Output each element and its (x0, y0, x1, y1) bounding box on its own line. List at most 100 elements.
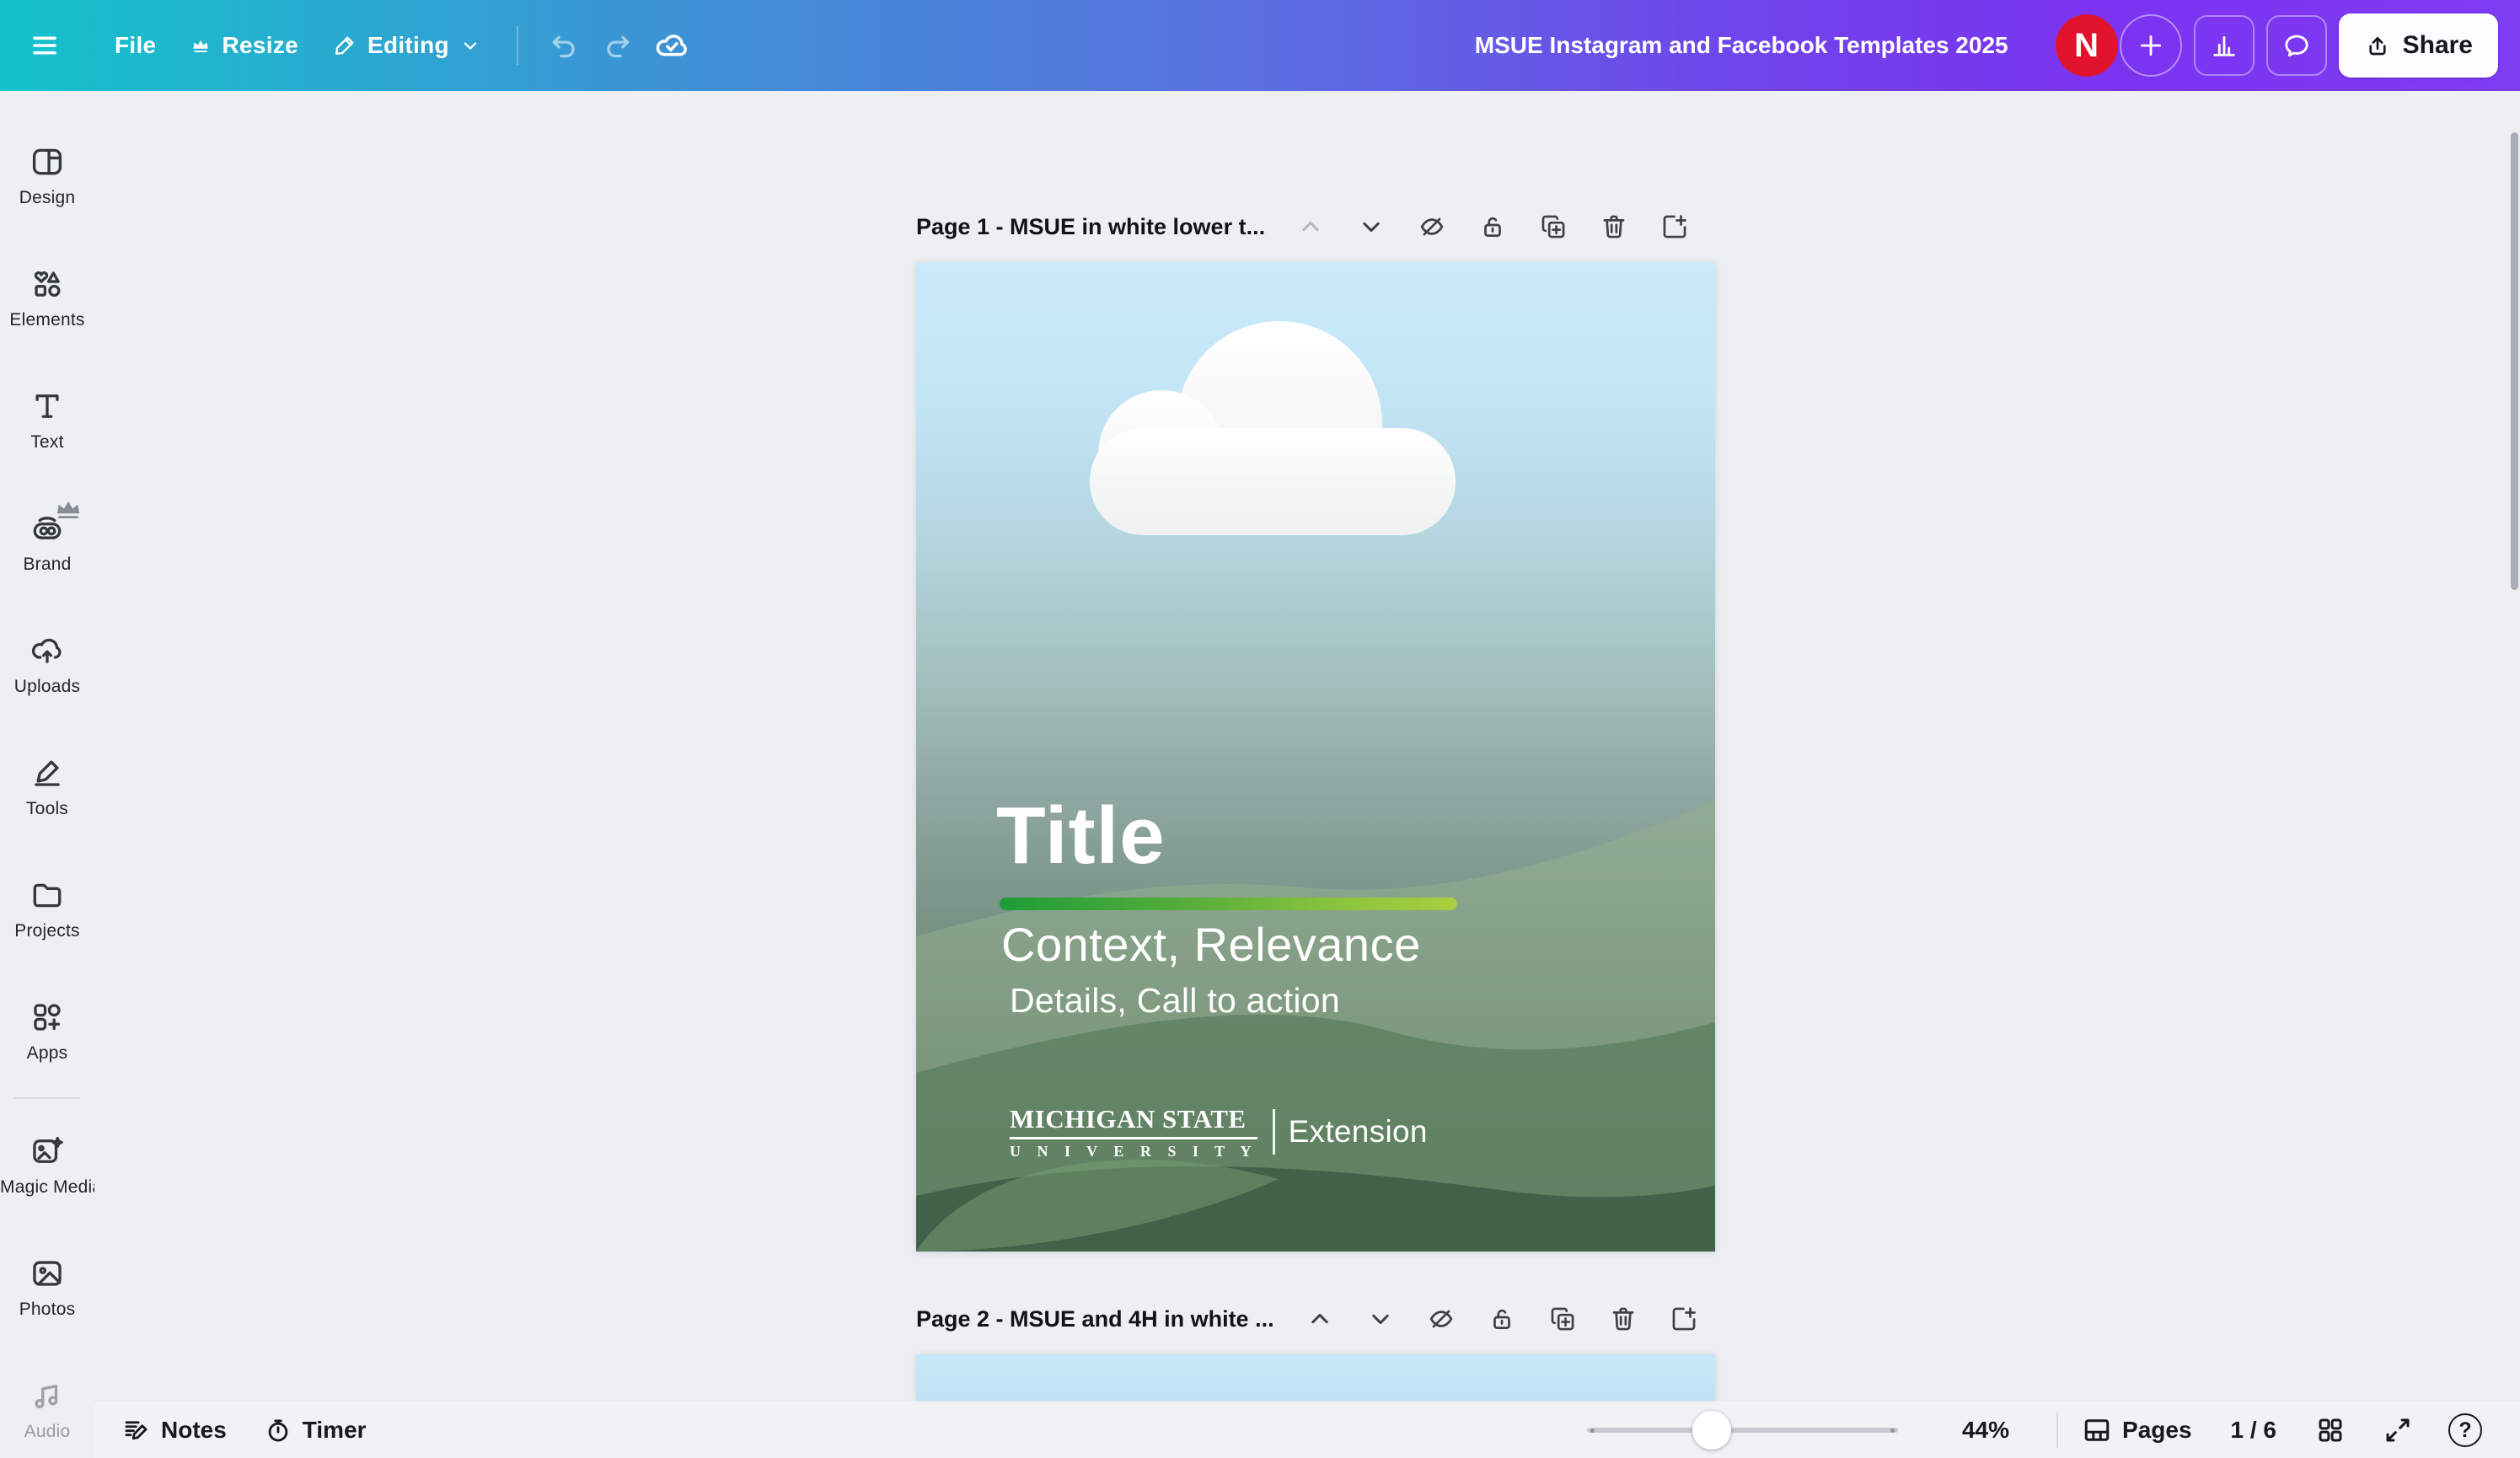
page2-title[interactable]: Page 2 - MSUE and 4H in white ... (916, 1306, 1274, 1332)
sidebar-item-elements[interactable]: Elements (0, 237, 94, 359)
plus-icon (2137, 31, 2165, 60)
move-up-icon[interactable] (1295, 212, 1326, 242)
notes-icon (122, 1416, 151, 1445)
cloud-illustration (1090, 319, 1456, 535)
footer-divider (2056, 1412, 2058, 1448)
object-panel-sidebar: Design Elements Text Brand Uploads Tools… (0, 91, 94, 1458)
magic-media-icon (29, 1134, 65, 1169)
pages-panel-button[interactable]: Pages (2082, 1415, 2192, 1445)
help-icon[interactable]: ? (2448, 1413, 2482, 1447)
timer-button[interactable]: Timer (264, 1416, 367, 1445)
add-member-button[interactable] (2120, 14, 2182, 77)
hide-icon[interactable] (1426, 1304, 1456, 1334)
delete-icon[interactable] (1608, 1304, 1638, 1334)
pages-icon (2082, 1415, 2112, 1445)
share-button[interactable]: Share (2339, 13, 2498, 78)
sidebar-item-projects[interactable]: Projects (0, 848, 94, 970)
design-icon (29, 144, 65, 180)
photos-icon (29, 1256, 65, 1291)
text-icon (29, 389, 65, 424)
design-details-text[interactable]: Details, Call to action (1010, 981, 1340, 1021)
duplicate-icon[interactable] (1538, 212, 1568, 242)
msu-extension-logo[interactable]: MICHIGAN STATE U N I V E R S I T Y Exten… (1010, 1104, 1428, 1161)
duplicate-icon[interactable] (1547, 1304, 1578, 1334)
vertical-scrollbar[interactable] (2511, 132, 2518, 590)
delete-icon[interactable] (1599, 212, 1629, 242)
bottom-toolbar: Notes Timer 44% Pages 1 / 6 (94, 1401, 2520, 1458)
sidebar-item-uploads[interactable]: Uploads (0, 603, 94, 726)
audio-icon (29, 1378, 65, 1413)
menu-icon[interactable] (15, 16, 74, 75)
zoom-slider[interactable] (1587, 1402, 1898, 1458)
msu-logo-line2: U N I V E R S I T Y (1010, 1143, 1257, 1161)
add-page-icon[interactable] (1669, 1304, 1699, 1334)
avatar[interactable]: N (2056, 14, 2118, 77)
tools-icon (29, 755, 65, 791)
projects-icon (29, 877, 65, 913)
zoom-slider-track[interactable] (1587, 1428, 1898, 1433)
elements-icon (29, 266, 65, 302)
move-up-icon[interactable] (1305, 1304, 1335, 1334)
pages-label: Pages (2122, 1417, 2192, 1444)
cloud-check-icon[interactable] (645, 19, 699, 72)
file-menu-button[interactable]: File (98, 19, 173, 72)
move-down-icon[interactable] (1365, 1304, 1396, 1334)
page2-header: Page 2 - MSUE and 4H in white ... (916, 1300, 1715, 1337)
resize-button[interactable]: Resize (173, 19, 315, 72)
chevron-down-icon (459, 35, 481, 56)
design-title-text[interactable]: Title (996, 796, 1166, 876)
add-page-icon[interactable] (1659, 212, 1690, 242)
file-menu-label: File (115, 32, 156, 59)
apps-icon (29, 1000, 65, 1035)
bar-chart-icon (2209, 30, 2239, 61)
pencil-icon (332, 33, 357, 58)
msu-logo-line1: MICHIGAN STATE (1010, 1104, 1257, 1134)
move-down-icon[interactable] (1356, 212, 1386, 242)
zoom-percent[interactable]: 44% (1937, 1417, 2009, 1444)
design-page-1[interactable]: Title Context, Relevance Details, Call t… (916, 262, 1715, 1252)
timer-icon (264, 1416, 292, 1445)
sidebar-item-text[interactable]: Text (0, 359, 94, 481)
top-toolbar: File Resize Editing (0, 0, 2520, 91)
canva-editor: File Resize Editing (0, 0, 2520, 1458)
timer-label: Timer (303, 1417, 367, 1444)
document-title[interactable]: MSUE Instagram and Facebook Templates 20… (1475, 32, 2008, 59)
share-label: Share (2403, 31, 2473, 60)
page1-header: Page 1 - MSUE in white lower t... (916, 208, 1715, 245)
zoom-slider-handle[interactable] (1692, 1411, 1731, 1450)
accent-bar[interactable] (1000, 898, 1457, 910)
redo-icon[interactable] (591, 19, 645, 72)
sidebar-item-apps[interactable]: Apps (0, 970, 94, 1092)
editing-mode-label: Editing (367, 32, 449, 59)
sidebar-item-design[interactable]: Design (0, 115, 94, 237)
page1-controls (1295, 212, 1690, 242)
lock-icon[interactable] (1487, 1304, 1517, 1334)
lock-icon[interactable] (1477, 212, 1508, 242)
insights-button[interactable] (2194, 15, 2255, 76)
sidebar-item-photos[interactable]: Photos (0, 1226, 94, 1348)
sidebar-item-magic-media[interactable]: Magic Media (0, 1104, 94, 1226)
msu-logo-rule (1010, 1137, 1257, 1139)
page1-title[interactable]: Page 1 - MSUE in white lower t... (916, 214, 1265, 240)
grid-view-icon[interactable] (2312, 1412, 2349, 1449)
sidebar-item-brand[interactable]: Brand (0, 481, 94, 603)
comment-icon (2281, 30, 2312, 61)
design-subtitle-text[interactable]: Context, Relevance (1001, 918, 1421, 972)
toolbar-divider (517, 26, 518, 65)
hide-icon[interactable] (1417, 212, 1447, 242)
design-page-2[interactable] (916, 1354, 1715, 1403)
editing-mode-button[interactable]: Editing (315, 19, 498, 72)
sidebar-item-tools[interactable]: Tools (0, 726, 94, 848)
sidebar-item-audio[interactable]: Audio (0, 1348, 94, 1458)
premium-crown-icon (51, 491, 86, 527)
notes-label: Notes (161, 1417, 227, 1444)
page-indicator: 1 / 6 (2231, 1417, 2276, 1444)
undo-icon[interactable] (537, 19, 591, 72)
msu-logo-divider (1273, 1109, 1275, 1155)
notes-button[interactable]: Notes (122, 1416, 227, 1445)
resize-label: Resize (222, 32, 298, 59)
fullscreen-icon[interactable] (2379, 1412, 2416, 1449)
sidebar-divider (14, 1097, 80, 1099)
page2-controls (1305, 1304, 1699, 1334)
comments-button[interactable] (2266, 15, 2327, 76)
